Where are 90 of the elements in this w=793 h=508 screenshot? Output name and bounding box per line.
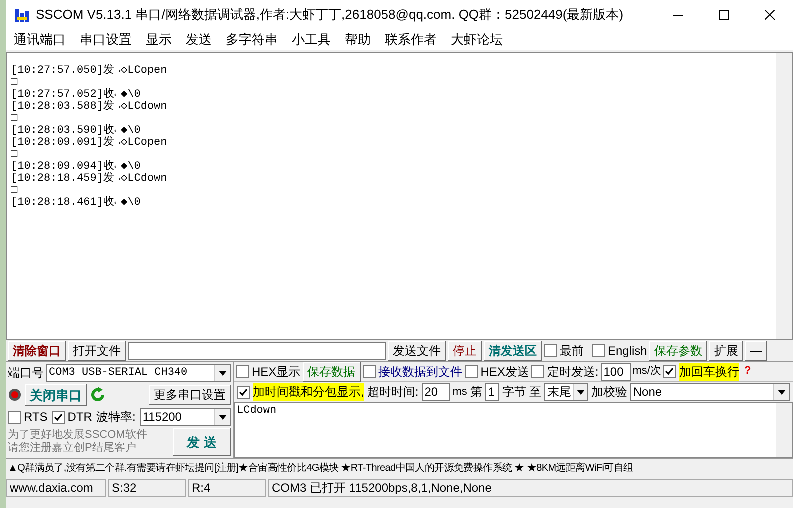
baud-select[interactable]: 115200 [140, 408, 231, 426]
checkbox[interactable] [663, 365, 676, 378]
caret-icon [576, 390, 585, 394]
news-ticker: ▲Q群满员了,没有第二个群.有需要请在虾坛提问[注册]★合宙高性价比4G模块 ★RT-Thread中国人的开源免费操作系统 ★ ★8KM远距离WiFi可自组 [6, 458, 793, 478]
open-file-button[interactable]: 打开文件 [68, 340, 126, 360]
window-title: SSCOM V5.13.1 串口/网络数据调试器,作者:大虾丁丁,2618058@qq.com. QQ群：52502449(最新版本) [36, 6, 625, 24]
status-bar-field: www.daxia.com [6, 479, 106, 497]
byte-from-label: 第 [470, 384, 482, 401]
help-icon[interactable]: ? [744, 366, 752, 377]
menu-item[interactable]: 帮助 [345, 30, 371, 50]
scrollbar[interactable] [776, 53, 792, 339]
checkbox[interactable] [544, 344, 557, 357]
log-line: □ [11, 113, 18, 125]
to-label: 至 [529, 384, 542, 401]
interval-unit: ms/次 [632, 364, 662, 380]
log-line: □ [11, 185, 18, 197]
menu-item[interactable]: 通讯端口 [14, 30, 66, 50]
byte-unit: 字节 [502, 384, 526, 401]
checksum-select[interactable]: None [630, 383, 790, 401]
byte-to-select[interactable]: 末尾 [544, 383, 588, 401]
send-button[interactable]: 发 送 [173, 428, 231, 456]
menu-item[interactable]: 串口设置 [80, 30, 132, 50]
promo-text: 请您注册嘉立创P结尾客户 [8, 442, 136, 455]
checkbox[interactable] [237, 386, 250, 398]
dropdown-button[interactable] [573, 384, 588, 400]
log-line: [10:28:18.461]收←◆\0 [11, 197, 141, 209]
checkbox[interactable] [592, 344, 605, 357]
close-port-button[interactable]: 关闭串口 [25, 384, 87, 406]
collapse-button[interactable]: — [745, 340, 768, 360]
interval-field[interactable]: 100 [600, 362, 631, 380]
checkbox-label: 最前 [560, 342, 584, 360]
log-line: [10:27:57.050]发→◇LCopen [11, 65, 168, 77]
clear-window-button[interactable]: 清除窗口 [8, 340, 66, 360]
checkbox-label: 定时发送: [547, 364, 599, 380]
menu-item[interactable]: 联系作者 [385, 30, 437, 50]
status-bar-field: COM3 已打开 115200bps,8,1,None,None [268, 479, 793, 497]
port-label: 端口号 [8, 365, 44, 382]
checkbox[interactable] [531, 365, 544, 378]
port-select[interactable]: COM3 USB-SERIAL CH340 [46, 364, 231, 382]
menu-item[interactable]: 大虾论坛 [451, 30, 503, 50]
checkbox-label: English [608, 342, 648, 360]
caret-icon [218, 414, 226, 420]
menu-item[interactable]: 小工具 [292, 30, 331, 50]
save-params-button[interactable]: 保存参数 [649, 340, 708, 360]
checkbox[interactable] [464, 365, 478, 378]
checkbox-label: 加时间戳和分包显示, [253, 383, 364, 401]
timeout-label: 超时时间: [367, 384, 419, 401]
clear-send-button[interactable]: 清发送区 [484, 340, 542, 360]
more-settings-button[interactable]: 更多串口设置 [149, 385, 231, 405]
promo-text: 为了更好地发展SSCOM软件 [8, 429, 148, 442]
timeout-unit: ms [452, 384, 468, 400]
save-data-button[interactable]: 保存数据 [302, 362, 361, 382]
status-bar-field: R:4 [188, 479, 266, 497]
log-line: [10:28:09.091]发→◇LCopen [11, 137, 168, 149]
checkbox-label: RTS [24, 409, 48, 426]
menu-item[interactable]: 显示 [146, 30, 172, 50]
scrollbar[interactable] [776, 403, 792, 457]
checkbox[interactable] [362, 365, 376, 378]
send-file-button[interactable]: 发送文件 [388, 340, 446, 360]
refresh-icon[interactable] [90, 387, 106, 403]
checkbox-label: DTR [68, 409, 92, 426]
baud-label: 波特率: [96, 409, 136, 426]
menu-item[interactable]: 发送 [186, 30, 212, 50]
log-line: [10:28:03.590]收←◆\0 [11, 125, 141, 137]
timeout-field[interactable]: 20 [422, 383, 450, 401]
stop-button[interactable]: 停止 [448, 340, 482, 360]
menu-item[interactable]: 多字符串 [226, 30, 278, 50]
checkbox-label: HEX显示 [252, 364, 301, 380]
checkbox-label: HEX发送 [480, 364, 530, 380]
status-bar-field: S:32 [108, 479, 186, 497]
checksum-label: 加校验 [591, 384, 628, 401]
caret-icon [218, 370, 226, 376]
dropdown-button[interactable] [773, 384, 789, 400]
app-logo-icon [14, 7, 30, 23]
checkbox-label: 接收数据到文件 [378, 364, 463, 380]
expand-button[interactable]: 扩展 [709, 340, 744, 360]
file-path-field[interactable] [128, 342, 386, 360]
log-line: [10:28:03.588]发→◇LCdown [11, 101, 168, 113]
checkbox[interactable] [8, 410, 21, 424]
log-line: □ [11, 149, 18, 161]
checkbox[interactable] [236, 365, 249, 378]
byte-from-field[interactable]: 1 [485, 383, 500, 401]
log-line: [10:28:18.459]发→◇LCdown [11, 173, 168, 185]
log-line: [10:28:09.094]收←◆\0 [11, 161, 141, 173]
dropdown-button[interactable] [214, 365, 230, 381]
log-line: □ [11, 77, 18, 89]
log-line: [10:27:57.052]收←◆\0 [11, 89, 141, 101]
caret-icon [778, 390, 786, 394]
checkbox[interactable] [52, 410, 65, 424]
dropdown-button[interactable] [214, 409, 230, 425]
